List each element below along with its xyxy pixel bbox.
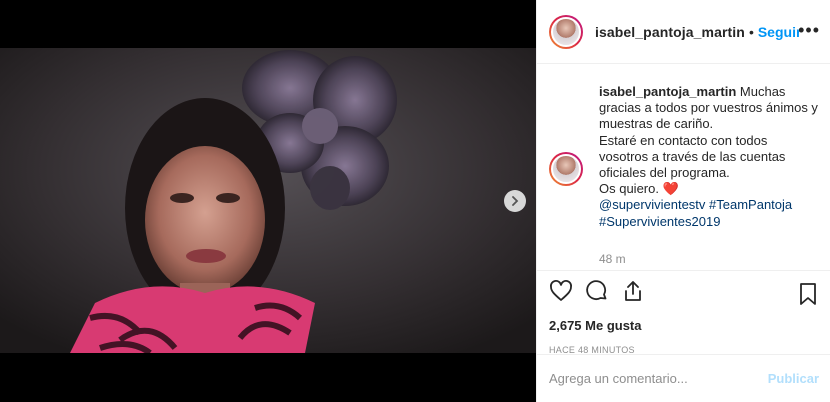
separator-dot: •	[748, 23, 754, 40]
post-side-panel: isabel_pantoja_martin • Seguir ••• isabe…	[536, 0, 830, 402]
caption-line-3: Os quiero. ❤️	[599, 181, 679, 197]
action-bar	[537, 270, 830, 330]
caption-avatar[interactable]	[549, 152, 583, 186]
comment-input[interactable]	[549, 371, 768, 386]
heart-icon[interactable]	[549, 279, 573, 303]
mention-link[interactable]: @supervivientestv	[599, 197, 705, 212]
caption-line-2: Estaré en contacto con todos vosotros a …	[599, 132, 786, 181]
avatar[interactable]	[549, 14, 583, 49]
header-username[interactable]: isabel_pantoja_martin	[595, 24, 745, 40]
comment-bar: Publicar	[537, 354, 830, 402]
instagram-post-modal: isabel_pantoja_martin • Seguir ••• isabe…	[0, 0, 830, 402]
caption-username[interactable]: isabel_pantoja_martin	[599, 84, 736, 99]
chevron-right-icon	[512, 196, 519, 206]
bookmark-icon[interactable]	[796, 282, 820, 306]
share-icon[interactable]	[621, 279, 645, 303]
post-media	[0, 0, 536, 402]
hashtag-link[interactable]: #TeamPantoja	[709, 197, 792, 212]
more-options-icon[interactable]: •••	[798, 20, 820, 41]
caption-section: isabel_pantoja_martin Muchas gracias a t…	[537, 64, 830, 270]
post-header: isabel_pantoja_martin • Seguir •••	[537, 0, 830, 64]
publish-button[interactable]: Publicar	[768, 371, 819, 386]
comment-icon[interactable]	[585, 279, 609, 303]
next-photo-button[interactable]	[504, 190, 526, 212]
hashtag-link[interactable]: #Supervivientes2019	[599, 214, 720, 229]
caption-time-ago[interactable]: 48 m	[599, 252, 818, 266]
caption-text: isabel_pantoja_martin Muchas gracias a t…	[599, 84, 818, 230]
post-photo[interactable]	[0, 48, 536, 353]
follow-button[interactable]: Seguir	[758, 24, 802, 40]
photo-illustration	[0, 48, 536, 353]
